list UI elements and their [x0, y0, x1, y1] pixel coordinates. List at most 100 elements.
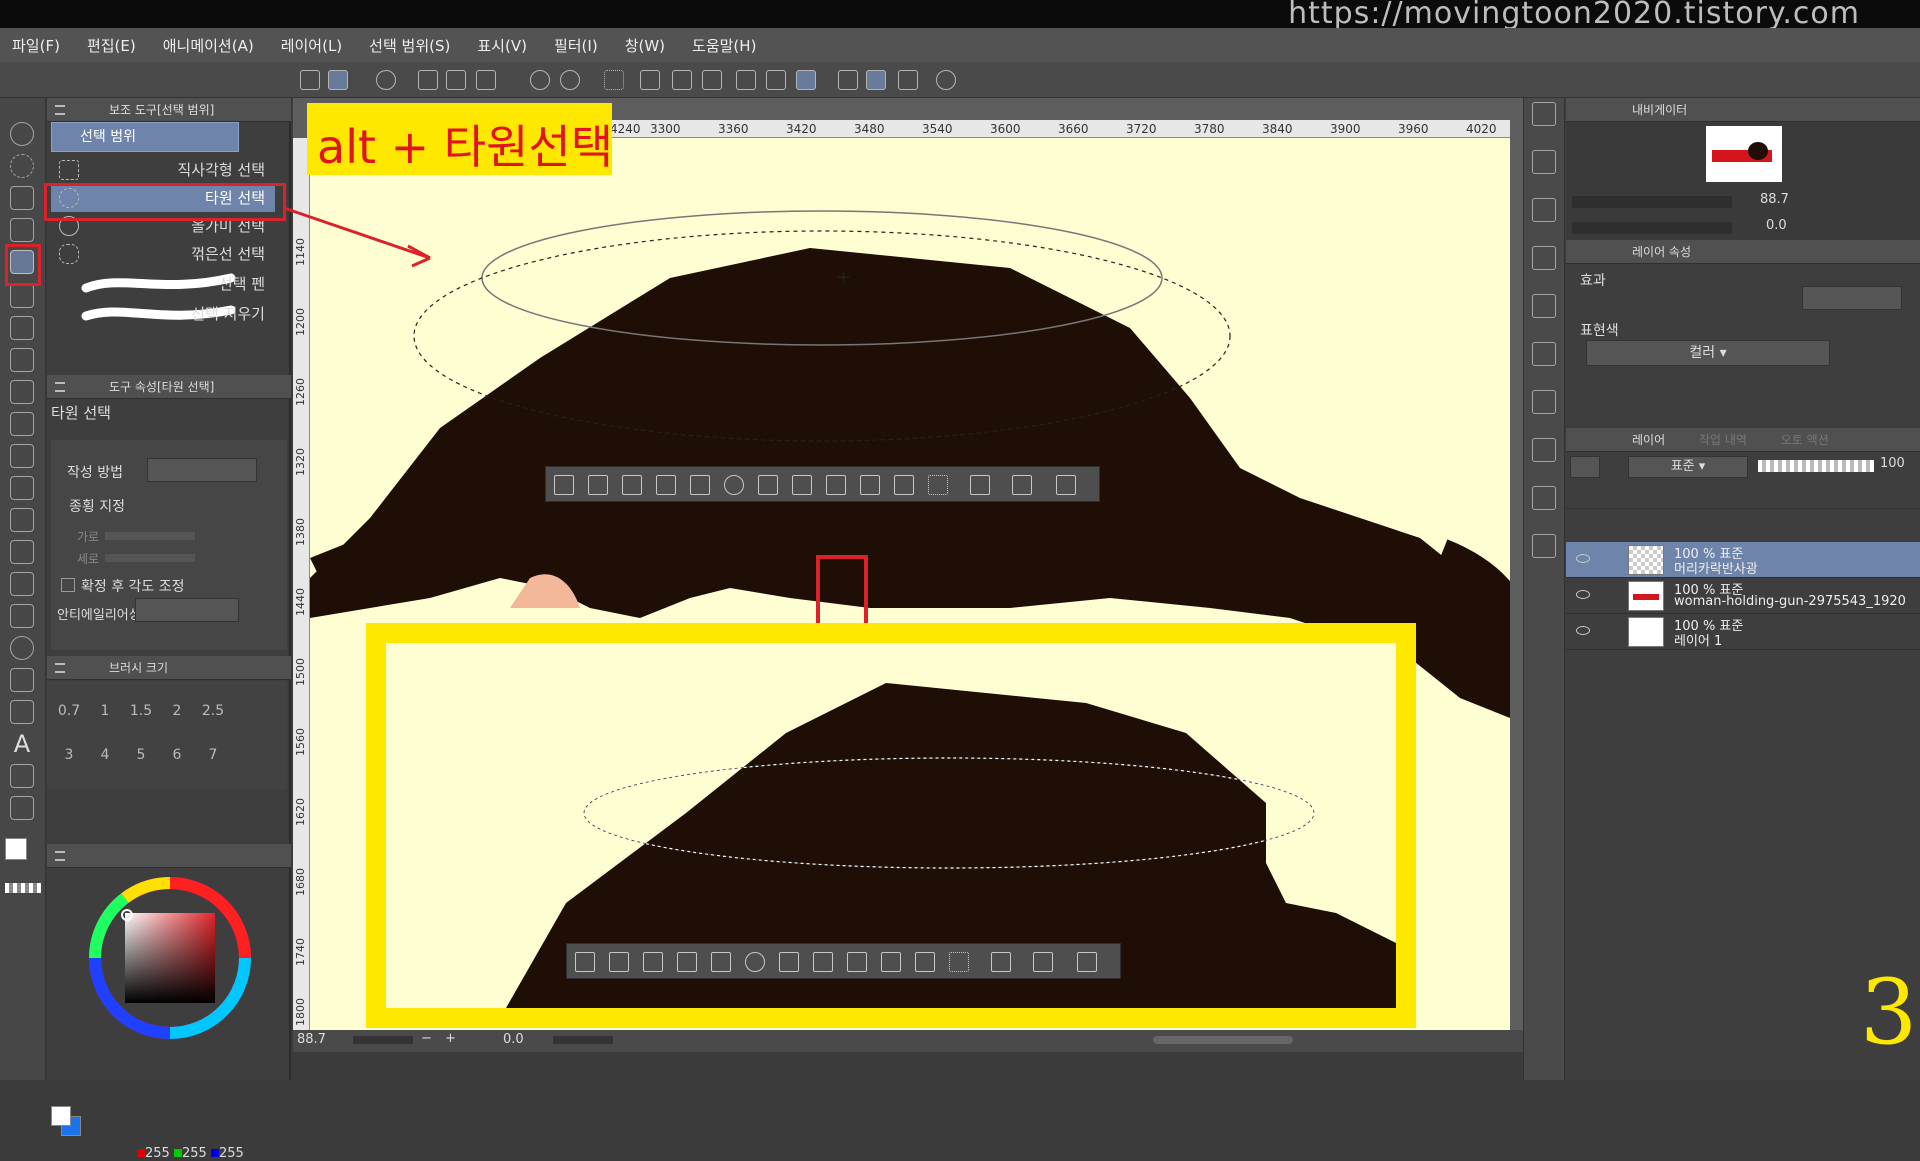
- figure-icon[interactable]: [10, 636, 34, 660]
- brush-size-cell[interactable]: 1: [85, 703, 125, 719]
- brush-size-cell[interactable]: 1.5: [121, 703, 161, 719]
- transform-icon[interactable]: [702, 70, 722, 90]
- navigator-thumbnail[interactable]: [1706, 126, 1782, 182]
- brush-size-cell[interactable]: 2: [157, 703, 197, 719]
- zoom-out-icon[interactable]: −: [421, 1031, 432, 1046]
- visibility-icon[interactable]: [1576, 590, 1590, 599]
- menu-layer[interactable]: 레이어(L): [281, 35, 342, 56]
- invert-selection-icon[interactable]: [622, 475, 642, 495]
- blend-icon[interactable]: [10, 540, 34, 564]
- undo-icon[interactable]: [530, 70, 550, 90]
- panel-icon[interactable]: [1532, 534, 1556, 558]
- brush-size-cell[interactable]: 6: [157, 747, 197, 763]
- main-color-swatch[interactable]: [5, 838, 27, 860]
- menu-filter[interactable]: 필터(I): [554, 35, 598, 56]
- fill-icon[interactable]: [894, 475, 914, 495]
- menu-file[interactable]: 파일(F): [12, 35, 60, 56]
- tab-layer[interactable]: 레이어: [1632, 433, 1665, 447]
- transform-icon[interactable]: [970, 475, 990, 495]
- blend-mode-select[interactable]: 표준 ▾: [1628, 456, 1748, 478]
- new-file-icon[interactable]: [418, 70, 438, 90]
- frame-icon[interactable]: [10, 668, 34, 692]
- sub-tool-selection-pen[interactable]: 선택 펜: [51, 270, 275, 298]
- deselect-icon[interactable]: [604, 70, 624, 90]
- brush-icon[interactable]: [10, 412, 34, 436]
- panel-icon[interactable]: [1532, 390, 1556, 414]
- fill-icon[interactable]: [672, 70, 692, 90]
- select-layer-icon[interactable]: [10, 186, 34, 210]
- navigator-zoom-slider[interactable]: [1572, 196, 1732, 208]
- visibility-icon[interactable]: [1576, 554, 1590, 563]
- deselect-icon[interactable]: [554, 475, 574, 495]
- menu-edit[interactable]: 편집(E): [87, 35, 136, 56]
- expand-selection-icon[interactable]: [656, 475, 676, 495]
- help-icon[interactable]: [936, 70, 956, 90]
- brush-size-cell[interactable]: 4: [85, 747, 125, 763]
- brush-size-cell[interactable]: 2.5: [193, 703, 233, 719]
- angle-adjust-checkbox[interactable]: [61, 578, 75, 592]
- layer-row-photo[interactable]: 100 % 표준 woman-holding-gun-2975543_1920: [1566, 578, 1920, 614]
- ruler-snap-icon[interactable]: [838, 70, 858, 90]
- brush-size-cell[interactable]: 3: [49, 747, 89, 763]
- antialias-selector[interactable]: [135, 598, 239, 622]
- copy-paste-icon[interactable]: [826, 475, 846, 495]
- rotate-slider[interactable]: [553, 1036, 613, 1044]
- panel-icon[interactable]: [1532, 294, 1556, 318]
- airbrush-icon[interactable]: [10, 444, 34, 468]
- line-correction-icon[interactable]: [10, 796, 34, 820]
- sub-tool-rect-select[interactable]: 직사각형 선택: [51, 156, 275, 184]
- layer-color-select[interactable]: [1570, 456, 1600, 478]
- height-slider[interactable]: [105, 554, 195, 562]
- pen-icon[interactable]: [10, 348, 34, 372]
- width-slider[interactable]: [105, 532, 195, 540]
- zoom-in-icon[interactable]: +: [445, 1031, 456, 1046]
- visibility-icon[interactable]: [1576, 626, 1590, 635]
- panel-icon[interactable]: [1532, 150, 1556, 174]
- menu-toggle-icon[interactable]: [300, 70, 320, 90]
- sub-tool-selection-eraser[interactable]: 선택 지우기: [51, 300, 275, 328]
- eyedropper-icon[interactable]: [10, 316, 34, 340]
- opacity-slider[interactable]: [1758, 460, 1874, 472]
- decoration-icon[interactable]: [10, 476, 34, 500]
- menu-animation[interactable]: 애니메이션(A): [163, 35, 254, 56]
- save-icon[interactable]: [476, 70, 496, 90]
- navigator-rotation-slider[interactable]: [1572, 222, 1732, 234]
- clear-icon[interactable]: [736, 70, 756, 90]
- expression-color-select[interactable]: 컬러 ▾: [1586, 340, 1830, 366]
- brush-size-cell[interactable]: 7: [193, 747, 233, 763]
- brush-size-cell[interactable]: 5: [121, 747, 161, 763]
- gradient-icon[interactable]: [10, 604, 34, 628]
- tab-auto-action[interactable]: 오토 액션: [1781, 433, 1829, 447]
- auto-select-icon[interactable]: [10, 284, 34, 308]
- brush-size-cell[interactable]: 0.7: [49, 703, 89, 719]
- panel-icon[interactable]: [1532, 342, 1556, 366]
- panel-icon[interactable]: [1532, 102, 1556, 126]
- menu-view[interactable]: 표시(V): [477, 35, 527, 56]
- grid-snap-icon[interactable]: [898, 70, 918, 90]
- layer-row-layer1[interactable]: 100 % 표준 레이어 1: [1566, 614, 1920, 650]
- cut-icon[interactable]: [792, 475, 812, 495]
- menu-help[interactable]: 도움말(H): [692, 35, 756, 56]
- snap-icon[interactable]: [796, 70, 816, 90]
- balloon-icon[interactable]: [10, 764, 34, 788]
- panel-icon[interactable]: [1532, 198, 1556, 222]
- special-ruler-icon[interactable]: [866, 70, 886, 90]
- zoom-icon[interactable]: [10, 122, 34, 146]
- edit-selection-icon[interactable]: [1012, 475, 1032, 495]
- sub-tool-group-tab[interactable]: 선택 범위: [51, 122, 239, 152]
- eraser-icon[interactable]: [10, 508, 34, 532]
- selection-icon[interactable]: [640, 70, 660, 90]
- crop-icon[interactable]: [860, 475, 880, 495]
- layer-row-hair-highlight[interactable]: 100 % 표준 머리카락반사광: [1566, 542, 1920, 578]
- effect-buttons[interactable]: [1802, 286, 1902, 310]
- horizontal-scrollbar[interactable]: [1153, 1036, 1293, 1044]
- current-color-swatch[interactable]: [51, 1106, 71, 1126]
- panel-icon[interactable]: [1532, 246, 1556, 270]
- menu-selection[interactable]: 선택 범위(S): [369, 35, 450, 56]
- pencil-icon[interactable]: [10, 380, 34, 404]
- shrink-selection-icon[interactable]: [690, 475, 710, 495]
- fill-tool-icon[interactable]: [10, 572, 34, 596]
- panel-icon[interactable]: [1532, 438, 1556, 462]
- tone-icon[interactable]: [928, 475, 948, 495]
- transparent-color-swatch[interactable]: [5, 883, 41, 893]
